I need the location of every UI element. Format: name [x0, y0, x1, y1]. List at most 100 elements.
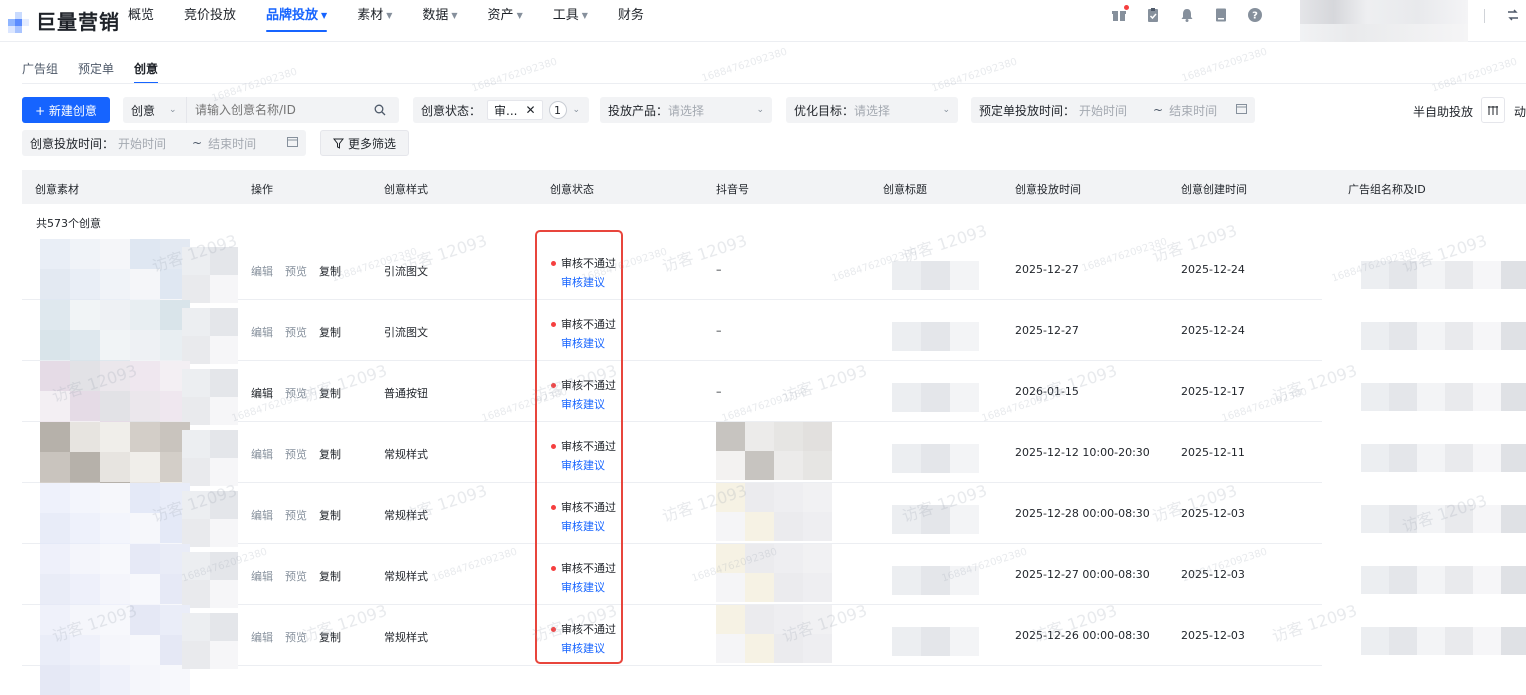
edit-link[interactable]: 编辑	[251, 631, 273, 644]
creative-end-placeholder[interactable]: 结束时间	[208, 135, 256, 152]
review-suggestion-link[interactable]: 审核建议	[561, 274, 616, 290]
column-header-2[interactable]: 创意样式	[384, 181, 428, 197]
product-filter-placeholder: 请选择	[668, 103, 705, 118]
preview-link[interactable]: 预览	[285, 265, 307, 278]
search-input[interactable]	[187, 98, 369, 122]
review-suggestion-link[interactable]: 审核建议	[561, 396, 616, 412]
status-text: 审核不通过	[551, 257, 616, 270]
chevron-down-icon: ⌄	[169, 105, 177, 115]
tab-2[interactable]: 创意	[134, 60, 159, 84]
creative-time-label: 创意投放时间：	[30, 136, 115, 151]
help-icon[interactable]: ?	[1246, 6, 1264, 24]
review-suggestion-link[interactable]: 审核建议	[561, 335, 616, 351]
product-filter[interactable]: 投放产品： 请选择 ⌄	[600, 97, 772, 123]
switch-icon[interactable]	[1506, 8, 1520, 25]
preview-link[interactable]: 预览	[285, 326, 307, 339]
status-label: 审核不通过	[561, 562, 616, 575]
error-dot-icon	[551, 505, 556, 510]
edit-link[interactable]: 编辑	[251, 387, 273, 400]
review-suggestion-link[interactable]: 审核建议	[561, 579, 616, 595]
status-filter[interactable]: 创意状态： 审... ✕ 1 ⌄	[413, 97, 589, 123]
booking-time-filter[interactable]: 预定单投放时间： 开始时间 ~ 结束时间	[971, 97, 1255, 123]
status-text: 审核不通过	[551, 562, 616, 575]
copy-link[interactable]: 复制	[319, 570, 341, 583]
douyin-account: –	[716, 263, 722, 276]
account-info-blurred-secondary	[1300, 24, 1468, 42]
booking-end-placeholder[interactable]: 结束时间	[1169, 102, 1217, 119]
column-header-0[interactable]: 创意素材	[35, 181, 79, 197]
nav-item-3[interactable]: 素材 ▼	[357, 0, 392, 42]
nav-item-4[interactable]: 数据 ▼	[422, 0, 457, 42]
preview-link[interactable]: 预览	[285, 570, 307, 583]
error-dot-icon	[551, 566, 556, 571]
row-actions: 编辑 预览 复制	[251, 324, 353, 340]
table-row: 编辑 预览 复制 引流图文 审核不通过 审核建议 –2025-12-27 2025-12-24	[22, 239, 1322, 329]
range-separator: ~	[192, 136, 203, 150]
nav-item-6[interactable]: 工具 ▼	[553, 0, 588, 42]
new-creative-button[interactable]: + 新建创意	[22, 97, 110, 123]
copy-link[interactable]: 复制	[319, 265, 341, 278]
clipboard-icon[interactable]	[1144, 6, 1162, 24]
review-suggestion-link[interactable]: 审核建议	[561, 518, 616, 534]
nav-item-7[interactable]: 财务	[618, 0, 644, 42]
table-row: 编辑 预览 复制 普通按钮 审核不通过 审核建议 –2026-01-15 2025-12-17	[22, 361, 1322, 451]
preview-link[interactable]: 预览	[285, 509, 307, 522]
column-header-4[interactable]: 抖音号	[716, 181, 749, 197]
review-suggestion-link[interactable]: 审核建议	[561, 457, 616, 473]
column-header-7[interactable]: 创意创建时间	[1181, 181, 1247, 197]
preview-link[interactable]: 预览	[285, 631, 307, 644]
preview-link[interactable]: 预览	[285, 387, 307, 400]
logo-text: 巨量营销	[36, 10, 120, 34]
preview-link[interactable]: 预览	[285, 448, 307, 461]
creative-time-filter[interactable]: 创意投放时间： 开始时间 ~ 结束时间	[22, 130, 306, 156]
search-icon[interactable]	[369, 104, 391, 116]
nav-item-5[interactable]: 资产 ▼	[488, 0, 523, 42]
nav-item-1[interactable]: 竞价投放	[184, 0, 236, 42]
copy-link[interactable]: 复制	[319, 326, 341, 339]
booking-start-placeholder[interactable]: 开始时间	[1079, 102, 1127, 119]
more-filters-button[interactable]: 更多筛选	[320, 130, 410, 156]
goal-filter[interactable]: 优化目标： 请选择 ⌄	[786, 97, 958, 123]
copy-link[interactable]: 复制	[319, 448, 341, 461]
creative-start-placeholder[interactable]: 开始时间	[118, 135, 166, 152]
column-header-5[interactable]: 创意标题	[883, 181, 927, 197]
column-header-3[interactable]: 创意状态	[550, 181, 594, 197]
tab-1[interactable]: 预定单	[78, 60, 114, 84]
caret-down-icon: ▼	[321, 11, 328, 20]
edit-link[interactable]: 编辑	[251, 509, 273, 522]
edit-link[interactable]: 编辑	[251, 448, 273, 461]
nav-item-2[interactable]: 品牌投放 ▼	[266, 0, 328, 42]
gift-icon[interactable]	[1110, 5, 1129, 24]
filter-icon	[333, 138, 344, 149]
copy-link[interactable]: 复制	[319, 387, 341, 400]
status-label: 审核不通过	[561, 623, 616, 636]
error-dot-icon	[551, 322, 556, 327]
status-count-badge: 1	[548, 101, 567, 119]
search-scope-select[interactable]: 创意 ⌄	[123, 97, 187, 123]
nav-item-0[interactable]: 概览	[128, 0, 154, 42]
edit-link[interactable]: 编辑	[251, 570, 273, 583]
creative-style: 常规样式	[384, 448, 428, 461]
column-settings-icon[interactable]	[1481, 97, 1505, 123]
douyin-account: –	[716, 324, 722, 337]
tab-0[interactable]: 广告组	[22, 60, 58, 84]
column-header-6[interactable]: 创意投放时间	[1015, 181, 1081, 197]
document-icon[interactable]	[1212, 6, 1230, 24]
status-text: 审核不通过	[551, 501, 616, 514]
edit-link[interactable]: 编辑	[251, 326, 273, 339]
row-actions: 编辑 预览 复制	[251, 263, 353, 279]
account-info-blurred[interactable]	[1300, 0, 1468, 24]
logo-mark-icon	[6, 7, 34, 35]
edit-link[interactable]: 编辑	[251, 265, 273, 278]
semi-auto-button[interactable]: 半自助投放	[1413, 103, 1473, 120]
more-action-partial[interactable]: 动	[1514, 103, 1526, 120]
logo[interactable]: 巨量营销	[6, 6, 120, 35]
caret-down-icon: ▼	[581, 11, 588, 20]
copy-link[interactable]: 复制	[319, 509, 341, 522]
close-icon[interactable]: ✕	[525, 103, 535, 117]
column-header-1[interactable]: 操作	[251, 181, 273, 197]
review-suggestion-link[interactable]: 审核建议	[561, 640, 616, 656]
watermark-number: 16884762092380	[930, 56, 1019, 95]
bell-icon[interactable]	[1178, 6, 1196, 24]
copy-link[interactable]: 复制	[319, 631, 341, 644]
